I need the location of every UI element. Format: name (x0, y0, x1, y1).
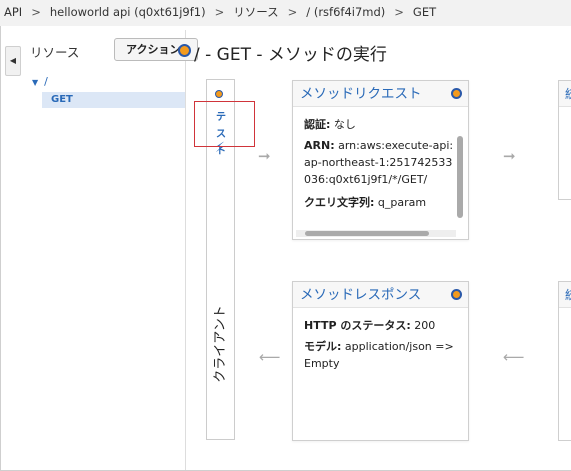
status-label: HTTP のステータス: (304, 319, 411, 332)
arrow-right-icon: ➞ (258, 147, 271, 165)
breadcrumb-separator: > (214, 5, 225, 19)
tree-get-label: GET (51, 94, 73, 105)
auth-row: 認証: なし (304, 116, 456, 133)
client-label: クライアント (213, 305, 228, 383)
arrow-left-icon: ⟵ (259, 348, 281, 366)
model-label: モデル: (304, 340, 342, 353)
method-request-body: 認証: なし ARN: arn:aws:execute-api:ap-north… (304, 116, 456, 216)
status-row: HTTP のステータス: 200 (304, 317, 459, 334)
test-highlight-box (194, 101, 255, 147)
info-dot-icon[interactable] (178, 44, 191, 57)
breadcrumb-separator: > (287, 5, 298, 19)
tree-item-root[interactable]: ▼ / (32, 75, 48, 88)
arn-label: ARN: (304, 139, 335, 152)
method-response-body: HTTP のステータス: 200 モデル: application/json =… (304, 317, 459, 372)
breadcrumb-method: GET (412, 5, 437, 19)
breadcrumb-api-name[interactable]: helloworld api (q0xt61j9f1) (50, 0, 206, 24)
info-dot-icon[interactable] (451, 88, 462, 99)
status-value: 200 (414, 319, 436, 332)
breadcrumb: API > helloworld api (q0xt61j9f1) > リソース > / (… (0, 0, 571, 27)
arn-row: ARN: arn:aws:execute-api:ap-northeast-1:… (304, 137, 456, 188)
integration-request-box: 統 (558, 80, 571, 200)
method-response-header[interactable]: メソッドレスポンス (293, 282, 468, 308)
page-title: / - GET - メソッドの実行 (194, 45, 387, 65)
breadcrumb-resources[interactable]: リソース (233, 0, 278, 24)
resources-panel: リソース アクション▾ ▼ / GET (22, 30, 198, 470)
integration-response-header[interactable]: 統 (559, 282, 571, 308)
method-response-box: メソッドレスポンス HTTP のステータス: 200 モデル: applicat… (292, 281, 469, 441)
query-value: q_param (377, 196, 427, 209)
tree-item-get[interactable]: GET (42, 92, 185, 108)
info-dot-icon[interactable] (451, 289, 462, 300)
integration-request-title[interactable]: 統 (565, 87, 571, 101)
query-label: クエリ文字列: (304, 196, 375, 209)
info-dot-icon[interactable] (215, 90, 223, 98)
integration-response-title[interactable]: 統 (565, 288, 571, 302)
vertical-scrollbar[interactable] (457, 136, 463, 218)
method-response-title[interactable]: メソッドレスポンス (300, 287, 421, 303)
method-request-header[interactable]: メソッドリクエスト (293, 81, 468, 107)
method-request-title[interactable]: メソッドリクエスト (300, 86, 422, 102)
breadcrumb-resource-id[interactable]: / (rsf6f4i7md) (306, 0, 385, 24)
integration-response-box: 統 (558, 281, 571, 441)
arrow-left-icon: ⟵ (503, 348, 525, 366)
integration-request-header[interactable]: 統 (559, 81, 571, 107)
resources-title: リソース (30, 45, 80, 60)
auth-label: 認証: (304, 118, 331, 131)
chevron-left-icon: ◀ (9, 56, 17, 65)
method-request-box: メソッドリクエスト 認証: なし ARN: arn:aws:execute-ap… (292, 80, 469, 240)
query-row: クエリ文字列: q_param (304, 194, 456, 211)
auth-value: なし (333, 118, 356, 131)
breadcrumb-separator: > (31, 5, 41, 19)
horizontal-scrollbar[interactable] (305, 231, 429, 236)
tree-root-label: / (44, 75, 48, 88)
breadcrumb-api[interactable]: API (4, 0, 22, 24)
caret-down-icon[interactable]: ▼ (32, 78, 38, 87)
model-row: モデル: application/json => Empty (304, 338, 459, 372)
arrow-right-icon: ➞ (503, 147, 516, 165)
breadcrumb-separator: > (394, 5, 404, 19)
collapse-sidebar-button[interactable]: ◀ (5, 46, 21, 76)
